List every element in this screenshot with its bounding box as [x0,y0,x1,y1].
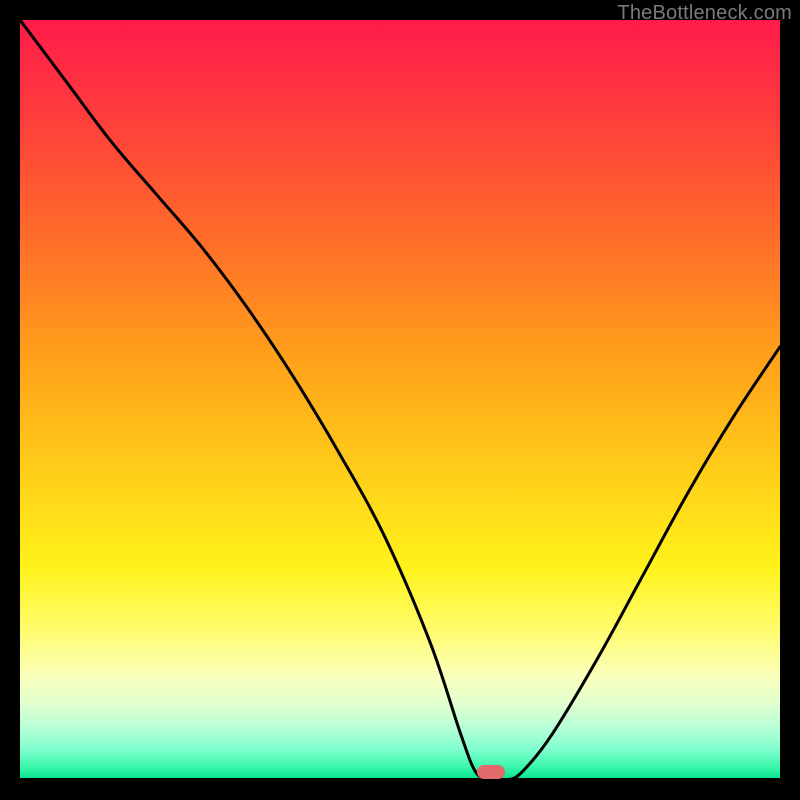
optimal-marker [477,765,505,779]
plot-area [20,20,780,780]
bottleneck-curve [20,20,780,780]
chart-frame: TheBottleneck.com [0,0,800,800]
bottleneck-curve-svg [20,20,780,780]
